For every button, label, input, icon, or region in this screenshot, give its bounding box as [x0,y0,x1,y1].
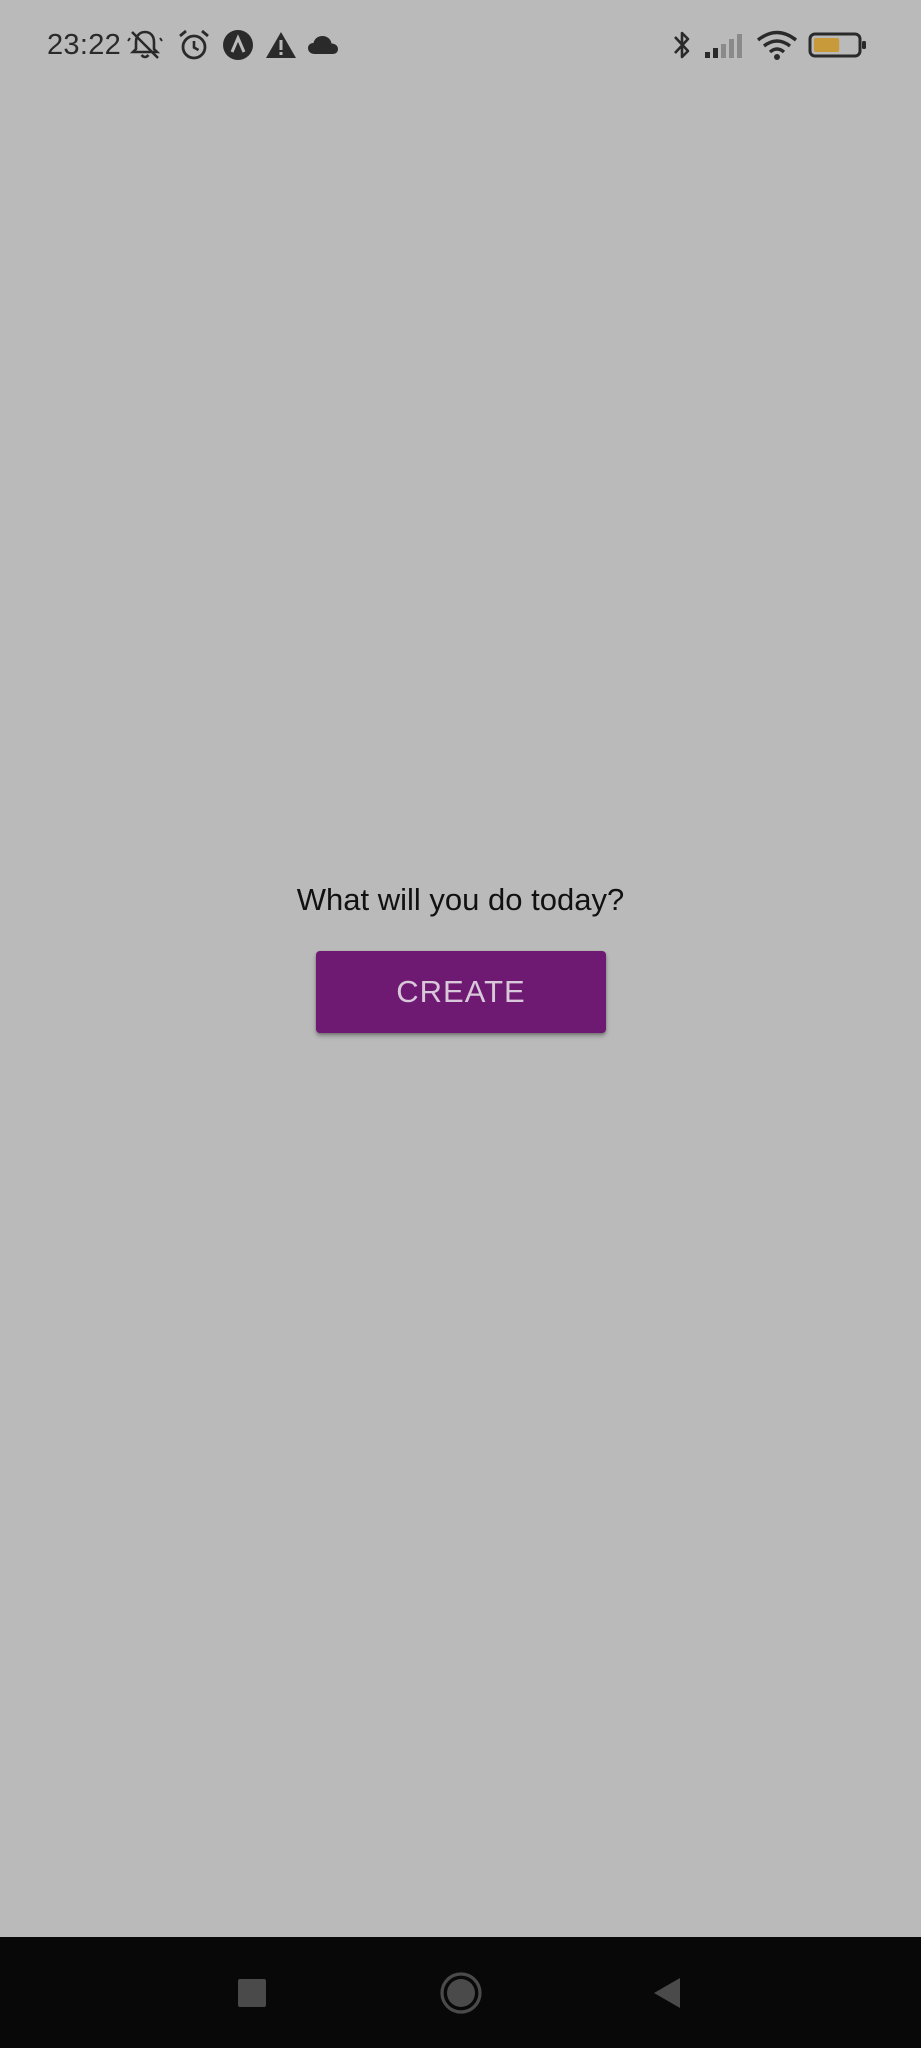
cellular-signal-icon [702,26,748,64]
cloud-icon [305,26,341,64]
status-time: 23:22 [47,29,122,61]
create-button[interactable]: CREATE [316,951,606,1033]
wifi-icon [755,26,799,64]
recents-icon [238,1978,266,2007]
home-button[interactable] [406,1937,516,2048]
battery-icon [806,26,870,64]
home-icon [440,1971,482,2014]
app-notification-icon [220,26,256,64]
warning-icon [263,26,299,64]
back-button[interactable] [612,1937,722,2048]
status-bar: 23:22 [0,0,921,90]
alarm-icon [175,26,213,64]
prompt-text: What will you do today? [296,882,625,917]
notifications-muted-icon [125,26,165,64]
recents-button[interactable] [197,1937,307,2048]
bluetooth-icon [666,26,698,64]
navigation-bar [0,1937,921,2048]
back-icon [654,1977,680,2008]
